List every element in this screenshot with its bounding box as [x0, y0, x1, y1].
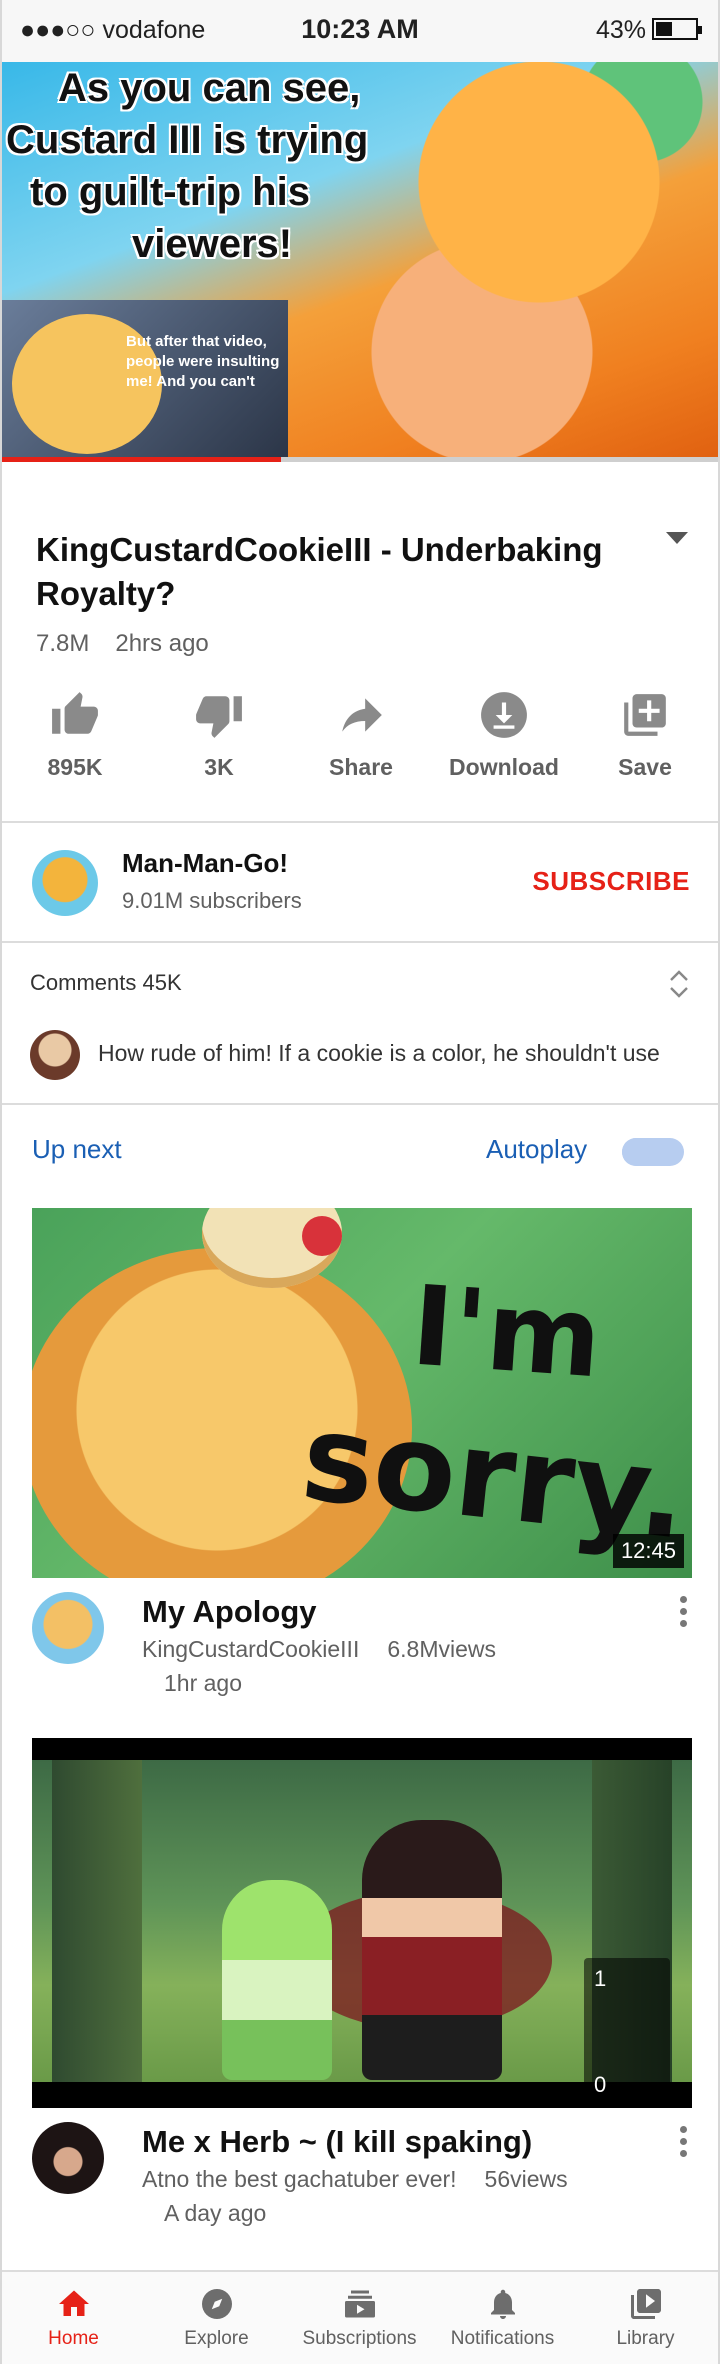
caption-line: viewers!: [132, 222, 293, 266]
bottom-navigation: Home Explore Subscriptions Notifications…: [2, 2270, 718, 2364]
overlay-number: 1: [594, 1966, 607, 1991]
explore-icon: [201, 2289, 232, 2319]
youtube-watch-page: ●●●○○ vodafone 10:23 AM 43% As you can s…: [0, 0, 720, 2364]
caption-line: Custard III is trying: [6, 118, 369, 162]
like-button[interactable]: 895K: [10, 680, 140, 781]
divider: [2, 821, 718, 823]
channel-avatar[interactable]: [32, 2122, 104, 2194]
video-player[interactable]: As you can see, Custard III is trying to…: [2, 62, 718, 462]
nav-label: Subscriptions: [302, 2328, 417, 2349]
divider: [2, 941, 718, 943]
video-title: KingCustardCookieIII - Underbaking Royal…: [36, 531, 603, 612]
thumbnail-text: I'm: [407, 1261, 606, 1403]
video-meta: 7.8M 2hrs ago: [36, 630, 235, 658]
video-channel-views: Atno the best gachatuber ever! 56views: [142, 2166, 568, 2193]
nav-label: Home: [48, 2328, 99, 2349]
notifications-icon: [490, 2289, 515, 2319]
more-options-icon[interactable]: [680, 2126, 688, 2162]
save-icon: [624, 694, 666, 736]
player-caption: As you can see, Custard III is trying to…: [6, 62, 368, 270]
video-title[interactable]: Me x Herb ~ (I kill spaking): [142, 2124, 532, 2160]
thumbnail-forest-art: 1 0: [32, 1760, 692, 2104]
save-label: Save: [618, 754, 672, 780]
battery-icon: [652, 18, 702, 40]
comments-header[interactable]: Comments 45K: [30, 970, 182, 996]
home-icon: [58, 2290, 89, 2316]
expand-collapse-icon[interactable]: [668, 966, 690, 1002]
autoplay-label: Autoplay: [486, 1134, 588, 1164]
like-count: 895K: [47, 754, 103, 780]
nav-subscriptions[interactable]: Subscriptions: [288, 2272, 431, 2364]
battery-percent: 43%: [595, 16, 646, 44]
duration-badge: 12:45: [612, 1534, 684, 1568]
dislike-button[interactable]: 3K: [154, 680, 284, 781]
divider: [2, 1103, 718, 1105]
video-thumbnail[interactable]: I'm sorry. 12:45: [32, 1208, 692, 1578]
video-title[interactable]: My Apology: [142, 1594, 317, 1630]
video-thumbnail[interactable]: 1 0: [32, 1738, 692, 2108]
thumbnail-character-art: [222, 1880, 332, 2080]
channel-avatar[interactable]: [32, 1592, 104, 1664]
chevron-down-icon[interactable]: [666, 532, 688, 544]
nav-label: Library: [616, 2328, 675, 2349]
more-options-icon[interactable]: [680, 1596, 688, 1632]
download-label: Download: [449, 754, 559, 780]
thumbnail-cherry-art: [302, 1216, 342, 1256]
action-bar: 895K 3K Share Download Save: [2, 680, 718, 808]
download-button[interactable]: Download: [439, 680, 569, 781]
video-channel: KingCustardCookieIII: [142, 1636, 360, 1662]
thumbs-up-icon: [52, 692, 98, 734]
dislike-count: 3K: [204, 754, 234, 780]
library-icon: [630, 2289, 661, 2319]
video-channel: Atno the best gachatuber ever!: [142, 2166, 457, 2192]
channel-avatar[interactable]: [32, 850, 98, 916]
share-button[interactable]: Share: [296, 680, 426, 781]
subscriptions-icon: [344, 2290, 375, 2318]
subscribe-button[interactable]: SUBSCRIBE: [532, 866, 690, 897]
share-icon: [342, 698, 382, 732]
nav-library[interactable]: Library: [574, 2272, 717, 2364]
video-age: A day ago: [164, 2200, 267, 2226]
nav-explore[interactable]: Explore: [145, 2272, 288, 2364]
overlay-number: 0: [594, 2072, 607, 2097]
inset-caption: But after that video, people were insult…: [126, 333, 280, 390]
status-bar: ●●●○○ vodafone 10:23 AM 43%: [2, 0, 718, 62]
video-age: 1hr ago: [164, 1670, 243, 1696]
save-button[interactable]: Save: [580, 680, 710, 781]
video-channel-views: KingCustardCookieIII 6.8Mviews: [142, 1636, 496, 1663]
video-views: 6.8Mviews: [387, 1636, 496, 1662]
progress-bar[interactable]: [2, 457, 718, 462]
view-count: 7.8M: [36, 630, 90, 657]
autoplay-toggle[interactable]: [622, 1138, 684, 1166]
progress-fill: [2, 457, 282, 462]
nav-label: Explore: [184, 2328, 249, 2349]
nav-notifications[interactable]: Notifications: [431, 2272, 574, 2364]
thumbnail-character-art: [362, 1820, 502, 2080]
top-comment[interactable]: How rude of him! If a cookie is a color,…: [98, 1040, 678, 1067]
download-icon: [481, 692, 527, 738]
channel-name[interactable]: Man-Man-Go!: [122, 848, 288, 879]
nav-label: Notifications: [450, 2328, 555, 2349]
up-next-label: Up next: [32, 1134, 122, 1164]
nav-home[interactable]: Home: [2, 2272, 145, 2364]
thumbnail-tree-art: [52, 1760, 142, 2082]
caption-line: As you can see,: [58, 66, 361, 110]
thumbs-down-icon: [196, 696, 242, 738]
subscriber-count: 9.01M subscribers: [122, 888, 302, 913]
upload-age: 2hrs ago: [115, 630, 209, 657]
thumbnail-overlay: 1 0: [584, 1958, 670, 2104]
video-views: 56views: [484, 2166, 568, 2192]
caption-line: to guilt-trip his: [30, 170, 310, 214]
share-label: Share: [329, 754, 393, 780]
commenter-avatar: [30, 1030, 80, 1080]
player-inset-image: But after that video, people were insult…: [2, 300, 288, 460]
